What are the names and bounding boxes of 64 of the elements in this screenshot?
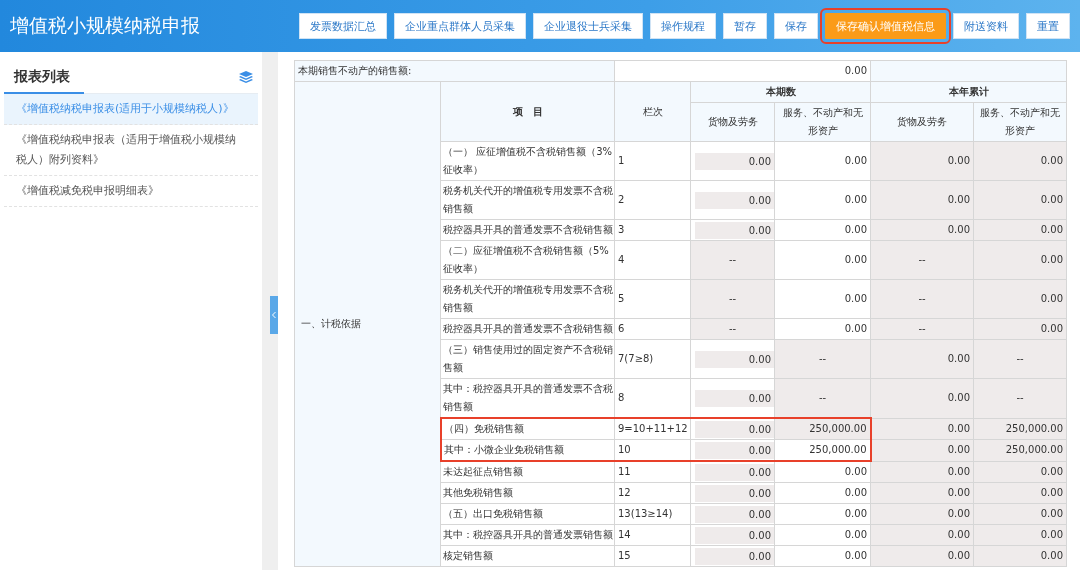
table-cell: （一） 应征增值税不含税销售额（3%征收率） (440, 141, 615, 181)
table-cell: -- (774, 378, 871, 418)
table-cell: （二）应征增值税不含税销售额（5%征收率） (440, 240, 615, 280)
table-cell: 0.00 (870, 180, 974, 220)
table-cell: 2 (614, 180, 691, 220)
table-cell: 未达起征点销售额 (440, 461, 615, 483)
table-cell: 0.00 (973, 141, 1067, 181)
table-cell: 5 (614, 279, 691, 319)
table-cell: 一、计税依据 (294, 81, 441, 567)
page-title: 增值税小规模纳税申报 (10, 13, 201, 38)
column-header: 货物及劳务 (690, 102, 775, 142)
table-cell: （四）免税销售额 (440, 418, 615, 440)
table-cell: 0.00 (973, 240, 1067, 280)
table-cell: 本期销售不动产的销售额: (294, 60, 615, 82)
amount-field[interactable]: 0.00 (695, 350, 774, 368)
table-cell: 9=10+11+12 (614, 418, 691, 440)
column-header: 栏次 (614, 81, 691, 142)
amount-field[interactable]: 0.00 (695, 389, 774, 407)
table-cell: 0.00 (870, 141, 974, 181)
column-header: 本年累计 (870, 81, 1067, 103)
table-cell: 1 (614, 141, 691, 181)
table-cell: -- (690, 279, 775, 319)
table-cell: 0.00 (614, 60, 871, 82)
toolbar-button[interactable]: 暂存 (723, 13, 767, 39)
collapse-handle-icon[interactable] (270, 296, 278, 334)
table-cell: 其中：税控器具开具的普通发票不含税销售额 (440, 378, 615, 418)
table-cell: -- (973, 339, 1067, 379)
toolbar-button[interactable]: 附送资料 (953, 13, 1019, 39)
amount-field[interactable]: 0.00 (774, 279, 871, 319)
toolbar-button[interactable]: 企业退役士兵采集 (533, 13, 643, 39)
toolbar-button[interactable]: 保存 (774, 13, 818, 39)
table-cell: 税务机关代开的增值税专用发票不含税销售额 (440, 180, 615, 220)
table-cell: -- (870, 240, 974, 280)
table-cell: 0.00 (973, 279, 1067, 319)
toolbar-button[interactable]: 企业重点群体人员采集 (394, 13, 526, 39)
table-cell: 其中：小微企业免税销售额 (440, 439, 615, 461)
amount-field[interactable]: 0.00 (774, 180, 871, 220)
report-list-item[interactable]: 《增值税纳税申报表（适用于增值税小规模纳税人）附列资料》 (4, 125, 258, 176)
table-cell: -- (870, 279, 974, 319)
table-cell: -- (690, 240, 775, 280)
amount-field[interactable]: 0.00 (774, 141, 871, 181)
column-header: 项 目 (440, 81, 615, 142)
column-header: 货物及劳务 (870, 102, 974, 142)
toolbar-button[interactable]: 操作规程 (650, 13, 716, 39)
amount-field[interactable]: 0.00 (695, 152, 774, 170)
report-list-item[interactable]: 《增值税减免税申报明细表》 (4, 176, 258, 207)
table-cell: （三）销售使用过的固定资产不含税销售额 (440, 339, 615, 379)
table-cell: 4 (614, 240, 691, 280)
table-cell: -- (973, 378, 1067, 418)
table-cell: 0.00 (870, 378, 974, 418)
column-header: 服务、不动产和无形资产 (774, 102, 871, 142)
layers-icon[interactable] (239, 70, 253, 83)
table-cell: 250,000.00 (774, 418, 871, 440)
table-cell: 8 (614, 378, 691, 418)
column-header: 服务、不动产和无形资产 (973, 102, 1067, 142)
toolbar-button[interactable]: 重置 (1026, 13, 1070, 39)
amount-field[interactable]: 0.00 (695, 191, 774, 209)
toolbar-button[interactable]: 发票数据汇总 (299, 13, 387, 39)
table-cell: 0.00 (973, 180, 1067, 220)
table-cell: -- (774, 339, 871, 379)
amount-field[interactable]: 0.00 (774, 240, 871, 280)
table-cell: 7(7≥8) (614, 339, 691, 379)
table-cell: 0.00 (870, 339, 974, 379)
table-cell: 税务机关代开的增值税专用发票不含税销售额 (440, 279, 615, 319)
